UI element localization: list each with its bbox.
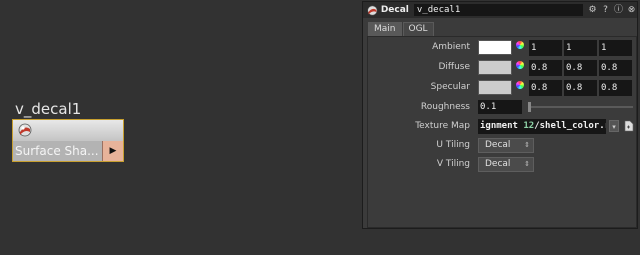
close-icon[interactable]: ⊗ [626,5,637,16]
tab-bar: Main OGL [368,22,435,37]
texture-map-label: Texture Map [415,121,470,131]
node-output-connector[interactable]: ▶ [102,141,123,161]
specular-row: Specular 0.8 0.8 0.8 [368,80,636,96]
main-tab-content: Ambient 1 1 1 Diffuse 0.8 0.8 0.8 Specul… [367,36,637,228]
node-type-label: Surface Sha... [15,144,99,158]
diffuse-color-swatch[interactable] [478,60,512,75]
parameter-panel: Decal v_decal1 ⚙ ? ⓘ ⊗ Main OGL Ambient … [362,1,638,229]
info-icon[interactable]: ⓘ [613,5,624,16]
ambient-r-field[interactable]: 1 [529,40,562,56]
specular-g-field[interactable]: 0.8 [564,80,597,96]
ambient-b-field[interactable]: 1 [599,40,632,56]
tab-main[interactable]: Main [368,22,402,37]
texture-map-row: Texture Map ignment 12/shell_color.rat ▾ [368,119,636,135]
roughness-slider-track[interactable] [531,106,633,108]
node-body: Surface Sha... ▶ [13,141,123,161]
node-name-label: v_decal1 [15,100,82,118]
specular-b-field[interactable]: 0.8 [599,80,632,96]
chevron-updown-icon: ⇕ [524,160,530,168]
color-wheel-icon[interactable] [516,61,524,69]
v-tiling-row: V Tiling Decal ⇕ [368,157,636,173]
diffuse-g-field[interactable]: 0.8 [564,60,597,76]
shader-type-icon [367,4,378,16]
roughness-slider-handle[interactable] [528,102,531,112]
diffuse-label: Diffuse [438,62,470,72]
v-tiling-select[interactable]: Decal ⇕ [478,157,534,172]
u-tiling-row: U Tiling Decal ⇕ [368,138,636,154]
texture-map-field[interactable]: ignment 12/shell_color.rat [478,119,606,134]
texture-path-suffix: /shell_color.rat [534,121,606,131]
color-wheel-icon[interactable] [516,81,524,89]
u-tiling-value: Decal [485,140,511,150]
ambient-g-field[interactable]: 1 [564,40,597,56]
shader-sphere-icon [18,123,32,137]
u-tiling-label: U Tiling [436,140,470,150]
specular-label: Specular [430,82,470,92]
ambient-label: Ambient [432,42,470,52]
help-icon[interactable]: ? [600,5,611,16]
texture-path-highlight: 12 [523,121,535,131]
color-wheel-icon[interactable] [516,41,524,49]
v-tiling-label: V Tiling [436,159,470,169]
texture-path-prefix: ignment [480,121,524,131]
tab-ogl[interactable]: OGL [402,22,434,37]
ambient-row: Ambient 1 1 1 [368,40,636,56]
ambient-color-swatch[interactable] [478,40,512,55]
node-type-name: Decal [380,5,409,15]
diffuse-r-field[interactable]: 0.8 [529,60,562,76]
v-tiling-value: Decal [485,159,511,169]
texture-dropdown-icon[interactable]: ▾ [609,120,619,132]
diffuse-row: Diffuse 0.8 0.8 0.8 [368,60,636,76]
shader-node[interactable]: Surface Sha... ▶ [12,119,124,162]
node-header[interactable] [13,120,123,141]
roughness-field[interactable]: 0.1 [478,100,522,114]
panel-header: Decal v_decal1 ⚙ ? ⓘ ⊗ [363,2,637,18]
specular-color-swatch[interactable] [478,80,512,95]
roughness-label: Roughness [420,102,470,112]
u-tiling-select[interactable]: Decal ⇕ [478,138,534,153]
node-name-field[interactable]: v_decal1 [413,4,583,16]
roughness-row: Roughness 0.1 [368,100,636,116]
diffuse-b-field[interactable]: 0.8 [599,60,632,76]
file-chooser-icon[interactable] [624,120,634,132]
gear-icon[interactable]: ⚙ [587,5,598,16]
specular-r-field[interactable]: 0.8 [529,80,562,96]
chevron-updown-icon: ⇕ [524,141,530,149]
